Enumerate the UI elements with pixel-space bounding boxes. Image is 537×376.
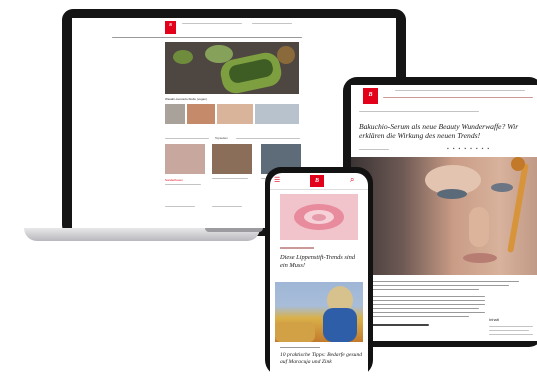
phone-article2-title[interactable]: 10 praktische Tipps: Bedarfe gesund auf … xyxy=(280,352,364,365)
hamburger-menu-icon[interactable]: ☰ xyxy=(274,176,280,184)
laptop-nav-bar[interactable] xyxy=(112,37,302,38)
laptop-notch xyxy=(205,228,263,232)
tablet-sidebar-label: Inhalt xyxy=(489,317,499,322)
laptop-utility-links[interactable] xyxy=(252,23,292,24)
laptop-card-image-2[interactable] xyxy=(212,144,252,174)
phone-article1-title[interactable]: Diese Lippenstift-Trends sind ein Muss! xyxy=(280,254,360,269)
tablet-top-links[interactable] xyxy=(395,90,525,91)
laptop-thumb-2[interactable] xyxy=(187,104,215,124)
laptop-card1-title[interactable]: Sonderboxen xyxy=(165,178,183,182)
phone-screen: ☰ B ⌕ Diese Lippenstift-Trends sind ein … xyxy=(270,173,368,376)
phone-category-label xyxy=(280,247,314,249)
laptop-section-title: Topseiten xyxy=(215,136,228,140)
laptop-thumb-4[interactable] xyxy=(255,104,299,124)
laptop-thumb-1[interactable] xyxy=(165,104,185,124)
tablet-article-title: Bakuchio-Serum als neue Beauty Wunderwaf… xyxy=(359,122,519,140)
laptop-thumb-3[interactable] xyxy=(217,104,253,124)
phone-article2-image[interactable] xyxy=(275,282,363,342)
phone-logo[interactable]: B xyxy=(310,175,324,187)
laptop-logo[interactable]: B xyxy=(165,21,176,34)
tablet-share-icons[interactable]: ▪▪▪▪▪▪▪▪ xyxy=(447,146,493,152)
tablet-hero-image[interactable] xyxy=(351,157,537,275)
tablet-logo[interactable]: B xyxy=(363,88,378,104)
laptop-hero-caption[interactable]: Wasabi-Avocado-Stulle (vegan) xyxy=(165,97,207,101)
tablet-breadcrumb[interactable] xyxy=(359,111,479,112)
laptop-card-image-1[interactable] xyxy=(165,144,205,174)
phone-article1-image[interactable] xyxy=(280,194,358,240)
laptop-hero-image[interactable] xyxy=(165,42,299,94)
search-icon[interactable]: ⌕ xyxy=(350,175,354,185)
tablet-screen: B Bakuchio-Serum als neue Beauty Wunderw… xyxy=(351,85,537,341)
tablet-nav-bar[interactable] xyxy=(383,97,533,98)
laptop-top-links[interactable] xyxy=(182,23,242,24)
